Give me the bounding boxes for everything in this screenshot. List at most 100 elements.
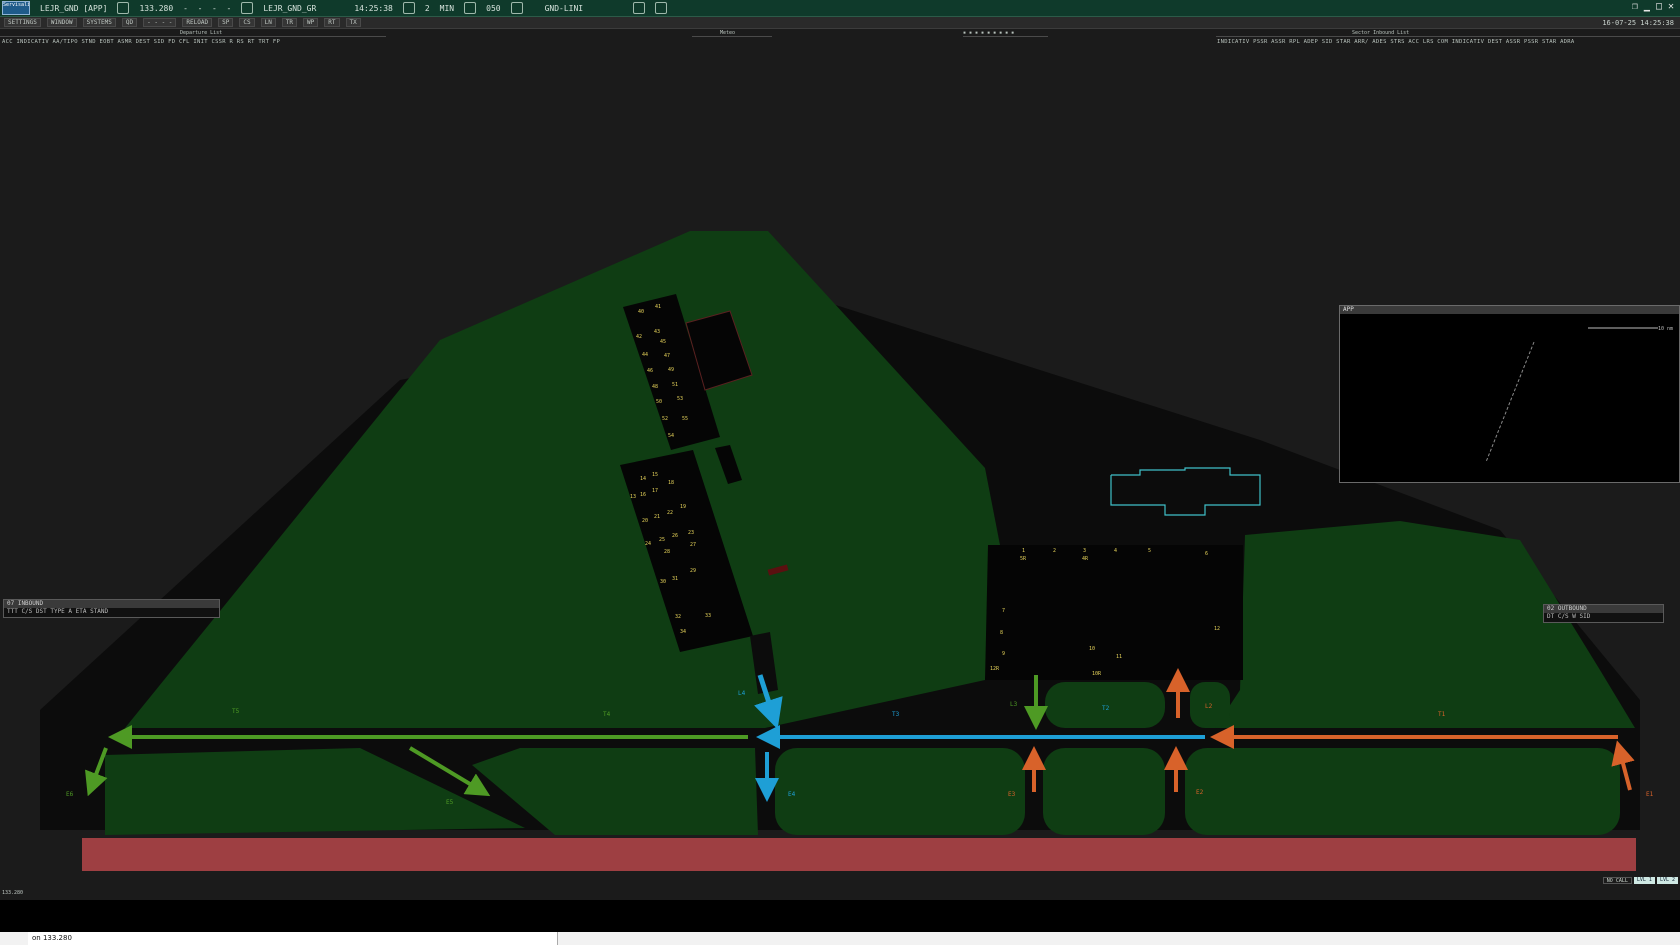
toolbar-item[interactable]: LN <box>260 18 276 27</box>
toolbar-item[interactable]: RT <box>324 18 340 27</box>
wifi-icon[interactable] <box>510 2 523 14</box>
stand-label[interactable]: 6 <box>1205 551 1208 557</box>
sector-label[interactable]: GND-LINI <box>545 4 584 13</box>
taxiway-label[interactable]: L2 <box>1205 703 1213 710</box>
stand-label[interactable]: 33 <box>705 613 711 619</box>
inbound-window-title[interactable]: 07 INBOUND <box>4 600 219 608</box>
stand-label[interactable]: 34 <box>680 629 686 635</box>
grid-icon[interactable] <box>655 2 668 14</box>
filter-icon[interactable] <box>464 2 477 14</box>
stand-label[interactable]: 53 <box>677 396 683 402</box>
level-2-button[interactable]: LVL 2 <box>1656 877 1678 884</box>
stand-label[interactable]: 25 <box>659 537 665 543</box>
taxiway-label[interactable]: T5 <box>232 708 240 715</box>
stand-label[interactable]: 52 <box>662 416 668 422</box>
stand-label[interactable]: 54 <box>668 433 674 439</box>
minimize-icon[interactable]: ▁ <box>1644 1 1650 12</box>
toolbar-item[interactable]: QD <box>121 18 138 27</box>
stand-label[interactable]: 12R <box>990 666 1000 672</box>
altitude-value[interactable]: 050 <box>486 4 500 13</box>
range-value[interactable]: 2 <box>425 4 430 13</box>
stand-label[interactable]: 1 <box>1022 548 1025 554</box>
stand-label[interactable]: 12 <box>1214 626 1220 632</box>
app-window-title[interactable]: APP <box>1340 306 1679 314</box>
inbound-window[interactable]: 07 INBOUND TTT C/S DST TYPE A ETA STAND <box>3 599 220 618</box>
toolbar-item[interactable]: SP <box>218 18 234 27</box>
stand-label[interactable]: 28 <box>664 549 670 555</box>
frequency-label[interactable]: 133.280 <box>139 4 173 13</box>
stand-label[interactable]: 22 <box>667 510 673 516</box>
toolbar-item[interactable]: - - - - <box>143 18 177 27</box>
stand-label[interactable]: 15 <box>652 472 658 478</box>
stand-label[interactable]: 21 <box>654 514 660 520</box>
stand-label[interactable]: 32 <box>675 614 681 620</box>
close-icon[interactable]: ✕ <box>1668 1 1674 12</box>
taxiway-label[interactable]: E4 <box>788 791 796 798</box>
stand-label[interactable]: 51 <box>672 382 678 388</box>
taxiway-label[interactable]: L4 <box>738 690 746 697</box>
stand-label[interactable]: 30 <box>660 579 666 585</box>
stand-label[interactable]: 48 <box>652 384 658 390</box>
toolbar-item[interactable]: SETTINGS <box>4 18 41 27</box>
restore-icon[interactable]: ❐ <box>1632 1 1638 12</box>
taxiway-label[interactable]: E5 <box>446 799 454 806</box>
stand-label[interactable]: 29 <box>690 568 696 574</box>
taxiway-label[interactable]: L3 <box>1010 701 1018 708</box>
stand-label[interactable]: 44 <box>642 352 648 358</box>
stand-label[interactable]: 5R <box>1020 556 1027 562</box>
headset-icon[interactable] <box>117 2 130 14</box>
stand-label[interactable]: 10R <box>1092 671 1102 677</box>
stand-label[interactable]: 27 <box>690 542 696 548</box>
stand-label[interactable]: 31 <box>672 576 678 582</box>
outbound-window-title[interactable]: 02 OUTBOUND <box>1544 605 1663 613</box>
stand-label[interactable]: 10 <box>1089 646 1095 652</box>
stand-label[interactable]: 5 <box>1148 548 1151 554</box>
apron-east[interactable] <box>985 545 1243 680</box>
stand-label[interactable]: 47 <box>664 353 670 359</box>
runway[interactable] <box>82 838 1636 871</box>
stand-label[interactable]: 16 <box>640 492 646 498</box>
stand-label[interactable]: 4 <box>1114 548 1117 554</box>
stand-label[interactable]: 4R <box>1082 556 1089 562</box>
stand-label[interactable]: 3 <box>1083 548 1086 554</box>
taxiway-label[interactable]: E1 <box>1646 791 1654 798</box>
toolbar-item[interactable]: TR <box>281 18 298 27</box>
stand-label[interactable]: 11 <box>1116 654 1122 660</box>
taxiway-label[interactable]: E2 <box>1196 789 1204 796</box>
stand-label[interactable]: 18 <box>668 480 674 486</box>
toolbar-item[interactable]: WINDOW <box>46 18 77 27</box>
taxiway-label[interactable]: E6 <box>66 791 74 798</box>
level-1-button[interactable]: LVL 1 <box>1633 877 1655 884</box>
toolbar-item[interactable]: WP <box>303 18 319 27</box>
stand-label[interactable]: 24 <box>645 541 651 547</box>
maximize-icon[interactable]: □ <box>1656 1 1662 12</box>
stand-label[interactable]: 2 <box>1053 548 1056 554</box>
stand-label[interactable]: 9 <box>1002 651 1005 657</box>
toolbar-item[interactable]: CS <box>239 18 255 27</box>
taxiway-label[interactable]: E3 <box>1008 791 1016 798</box>
stand-label[interactable]: 55 <box>682 416 688 422</box>
command-input[interactable]: on 133.280 <box>28 932 558 945</box>
stand-label[interactable]: 23 <box>688 530 694 536</box>
sector-inbound-list-title[interactable]: Sector Inbound List <box>1216 30 1680 37</box>
stand-label[interactable]: 26 <box>672 533 678 539</box>
callsign-label[interactable]: LEJR_GND_GR <box>263 4 316 13</box>
stand-label[interactable]: 49 <box>668 367 674 373</box>
app-radar-window[interactable]: APP 10 nm <box>1339 305 1680 483</box>
pen-icon[interactable] <box>402 2 415 14</box>
stand-label[interactable]: 46 <box>647 368 653 374</box>
toolbar-item[interactable]: RELOAD <box>182 18 213 27</box>
stand-label[interactable]: 20 <box>642 518 648 524</box>
toolbar-item[interactable]: TX <box>345 18 361 27</box>
app-radar-view[interactable]: 10 nm <box>1340 314 1679 482</box>
taxiway-label[interactable]: T4 <box>603 711 611 718</box>
stand-label[interactable]: 40 <box>638 309 644 315</box>
expand-icon[interactable] <box>633 2 646 14</box>
departure-list-title[interactable]: Departure List <box>0 30 386 37</box>
position-label[interactable]: LEJR_GND [APP] <box>40 4 107 13</box>
stand-label[interactable]: 8 <box>1000 630 1003 636</box>
meteo-controls[interactable]: ▪ ▪ ▪ ▪ ▪ ▪ ▪ ▪ ▪ <box>963 30 1048 37</box>
stand-label[interactable]: 17 <box>652 488 658 494</box>
stand-label[interactable]: 19 <box>680 504 686 510</box>
meteo-title[interactable]: Meteo <box>692 30 772 37</box>
